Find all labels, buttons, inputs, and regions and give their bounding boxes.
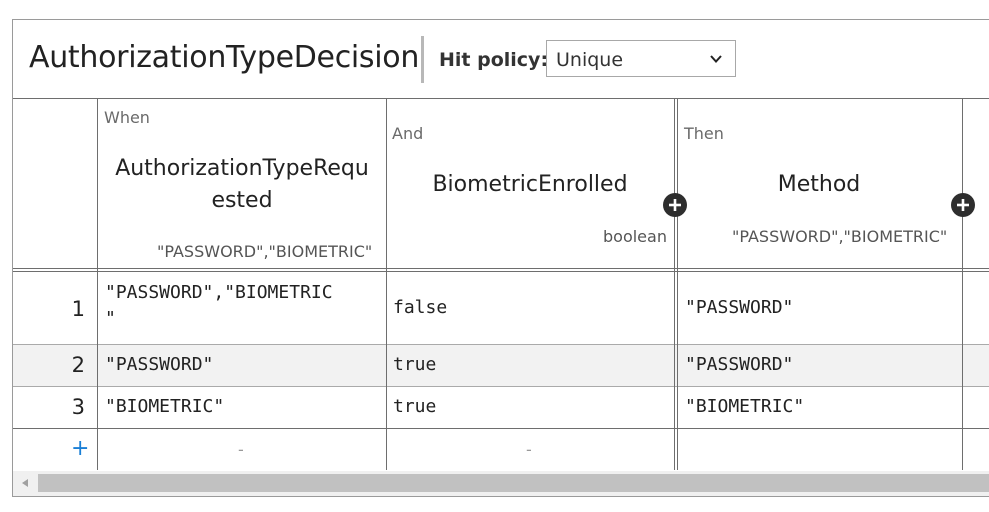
hit-policy-value: Unique (556, 49, 624, 71)
column-kind-label: Then (684, 124, 724, 143)
empty-cell-placeholder: - (526, 440, 532, 459)
column-name: AuthorizationTypeRequ ested (105, 153, 379, 217)
add-row-button[interactable]: + (71, 436, 89, 461)
hit-policy-label: Hit policy: (439, 49, 549, 71)
plus-icon (957, 199, 969, 211)
add-output-column-button[interactable] (951, 193, 975, 217)
col-divider-double (677, 98, 678, 470)
col-divider (962, 98, 963, 470)
column-kind-label: And (392, 124, 424, 143)
row-divider (13, 344, 989, 345)
table-cell[interactable]: false (393, 295, 447, 321)
column-name-line: AuthorizationTypeRequ (115, 156, 369, 181)
decision-table-editor: AuthorizationTypeDecision Hit policy: Un… (12, 19, 989, 497)
decision-title[interactable]: AuthorizationTypeDecision (29, 40, 419, 75)
scrollbar-thumb[interactable] (38, 474, 989, 492)
col-divider (97, 98, 98, 470)
triangle-left-icon[interactable] (19, 477, 31, 489)
column-type-ref: "PASSWORD","BIOMETRIC" (732, 227, 948, 246)
table-cell[interactable]: "BIOMETRIC" (105, 394, 224, 420)
table-cell[interactable]: true (393, 394, 436, 420)
title-separator (421, 36, 424, 83)
column-kind-label: When (104, 108, 150, 127)
hit-policy-select[interactable]: Unique (546, 40, 736, 77)
table-cell[interactable]: "BIOMETRIC" (685, 394, 804, 420)
row-number: 3 (71, 395, 85, 419)
cell-text: " (105, 308, 116, 329)
chevron-down-icon (710, 55, 722, 63)
col-divider (674, 98, 675, 470)
row-number: 1 (71, 297, 85, 321)
header-bottom-border-double (13, 271, 989, 272)
table-cell[interactable]: "PASSWORD","BIOMETRIC " (105, 280, 333, 332)
column-type-ref: boolean (603, 227, 667, 246)
table-cell[interactable]: "PASSWORD" (685, 295, 793, 321)
col-divider (386, 98, 387, 470)
horizontal-scrollbar[interactable] (13, 471, 989, 496)
decision-table: When AuthorizationTypeRequ ested "PASSWO… (13, 98, 989, 470)
row-divider (13, 428, 989, 429)
column-name: BiometricEnrolled (432, 172, 628, 197)
column-type-ref: "PASSWORD","BIOMETRIC" (157, 242, 373, 261)
cell-text: "PASSWORD","BIOMETRIC (105, 282, 333, 303)
column-name-line: ested (211, 188, 273, 213)
table-cell[interactable]: true (393, 352, 436, 378)
table-cell[interactable]: "PASSWORD" (105, 352, 213, 378)
column-name: Method (777, 172, 861, 197)
row-divider (13, 386, 989, 387)
row-number: 2 (71, 353, 85, 377)
empty-cell-placeholder: - (238, 440, 244, 459)
header-top-border (13, 98, 989, 99)
header-bottom-border (13, 268, 989, 269)
table-cell[interactable]: "PASSWORD" (685, 352, 793, 378)
